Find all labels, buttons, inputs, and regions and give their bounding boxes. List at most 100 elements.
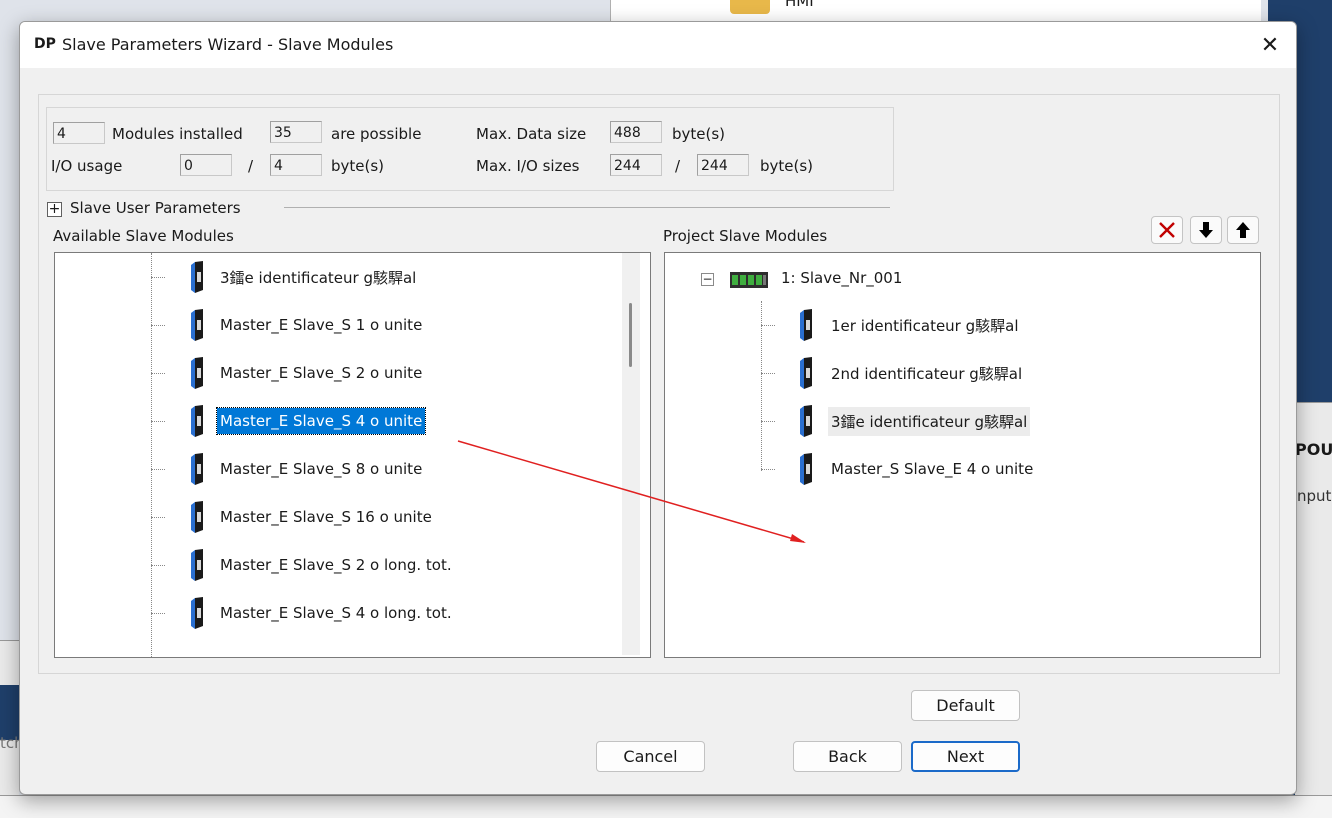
background-bottom-strip <box>0 795 1332 818</box>
back-button[interactable]: Back <box>793 741 902 772</box>
background-tree-label: HMI <box>785 0 814 10</box>
list-item[interactable]: Master_E Slave_S 1 o unite <box>217 308 425 342</box>
close-button[interactable]: ✕ <box>1252 28 1288 62</box>
possible-field: 35 <box>270 121 322 143</box>
module-icon <box>191 501 203 533</box>
modules-installed-field: 4 <box>53 122 105 144</box>
title-bar[interactable]: DP Slave Parameters Wizard - Slave Modul… <box>20 22 1296 68</box>
module-icon <box>191 549 203 581</box>
background-left-dark <box>0 685 19 740</box>
list-item[interactable]: 1er identificateur g駭駻al <box>828 308 1022 342</box>
list-item-label: 1er identificateur g駭駻al <box>831 316 1019 335</box>
list-item-label: Master_E Slave_S 8 o unite <box>220 460 423 478</box>
default-button-label: Default <box>936 696 995 715</box>
default-button[interactable]: Default <box>911 690 1020 721</box>
max-io-separator: / <box>675 157 681 175</box>
collapse-toggle[interactable]: − <box>701 273 714 286</box>
expand-toggle[interactable]: + <box>47 202 62 217</box>
background-window-top <box>610 0 1261 21</box>
background-pou-tab[interactable]: POU <box>1295 440 1332 459</box>
list-item[interactable]: Master_E Slave_S 4 o unite <box>215 404 427 438</box>
cancel-button-label: Cancel <box>623 747 678 766</box>
arrow-down-icon <box>1199 222 1213 238</box>
list-item-label: 3鐳e identificateur g駭駻al <box>828 406 1031 436</box>
next-button[interactable]: Next <box>911 741 1020 772</box>
available-modules-label: Available Slave Modules <box>53 227 234 245</box>
project-root-label[interactable]: 1: Slave_Nr_001 <box>781 269 902 287</box>
tree-connector <box>151 565 165 566</box>
io-usage-label: I/O usage <box>51 157 123 175</box>
list-item[interactable]: Master_E Slave_S 2 o long. tot. <box>217 548 455 582</box>
list-item-label: 3鐳e identificateur g駭駻al <box>220 268 417 287</box>
max-data-size-field: 488 <box>610 121 662 143</box>
max-data-size-label: Max. Data size <box>476 125 587 143</box>
io-usage-field-1: 0 <box>180 154 232 176</box>
list-item-label: 2nd identificateur g駭駻al <box>831 364 1023 383</box>
tree-connector <box>151 469 165 470</box>
module-icon <box>191 597 203 629</box>
scrollbar-thumb[interactable] <box>629 303 632 367</box>
slave-user-parameters-label[interactable]: Slave User Parameters <box>70 199 241 217</box>
project-modules-label: Project Slave Modules <box>663 227 828 245</box>
background-folder-icon <box>730 0 770 14</box>
tree-connector <box>761 421 775 422</box>
module-icon <box>191 261 203 293</box>
list-item[interactable]: Master_E Slave_S 8 o unite <box>217 452 425 486</box>
module-icon <box>800 357 812 389</box>
drag-arrow <box>457 440 806 543</box>
tree-connector <box>151 373 165 374</box>
background-input-text: nput <box>1297 487 1332 505</box>
list-item-label: Master_E Slave_S 16 o unite <box>220 508 432 526</box>
max-io-field-2: 244 <box>697 154 749 176</box>
tree-connector <box>761 325 775 326</box>
list-item[interactable]: 3鐳e identificateur g駭駻al <box>217 260 419 294</box>
module-icon <box>191 453 203 485</box>
module-icon <box>191 309 203 341</box>
delete-x-icon <box>1159 222 1175 238</box>
tree-connector <box>761 373 775 374</box>
module-icon <box>191 357 203 389</box>
max-data-size-unit: byte(s) <box>672 125 726 143</box>
list-item[interactable]: Master_E Slave_S 2 o unite <box>217 356 425 390</box>
arrow-up-icon <box>1236 222 1250 238</box>
delete-module-button[interactable] <box>1151 216 1183 244</box>
list-item-label: Master_E Slave_S 2 o long. tot. <box>220 556 452 574</box>
dp-logo: DP <box>34 36 56 52</box>
module-icon <box>800 405 812 437</box>
io-usage-separator: / <box>248 157 254 175</box>
tree-connector <box>151 277 165 278</box>
module-icon <box>191 405 203 437</box>
move-up-button[interactable] <box>1227 216 1259 244</box>
list-item[interactable]: Master_E Slave_S 4 o long. tot. <box>217 596 455 630</box>
tree-connector <box>151 421 165 422</box>
list-item-label: Master_E Slave_S 4 o long. tot. <box>220 604 452 622</box>
list-item[interactable]: Master_S Slave_E 4 o unite <box>828 452 1036 486</box>
next-button-label: Next <box>946 747 985 766</box>
section-divider <box>284 207 890 208</box>
list-item[interactable]: Master_E Slave_S 16 o unite <box>217 500 435 534</box>
module-icon <box>800 309 812 341</box>
max-io-sizes-label: Max. I/O sizes <box>476 157 580 175</box>
list-item-label: Master_E Slave_S 2 o unite <box>220 364 423 382</box>
tree-connector <box>151 325 165 326</box>
list-item-label: Master_E Slave_S 1 o unite <box>220 316 423 334</box>
list-item-label: Master_S Slave_E 4 o unite <box>831 460 1034 478</box>
cancel-button[interactable]: Cancel <box>596 741 705 772</box>
io-usage-unit: byte(s) <box>331 157 385 175</box>
back-button-label: Back <box>828 747 867 766</box>
possible-label: are possible <box>331 125 422 143</box>
max-io-unit: byte(s) <box>760 157 814 175</box>
slave-parameters-dialog: DP Slave Parameters Wizard - Slave Modul… <box>19 21 1297 795</box>
list-item-label: Master_E Slave_S 4 o unite <box>215 407 427 435</box>
info-panel: 4 Modules installed 35 are possible Max.… <box>46 107 894 191</box>
window-title: Slave Parameters Wizard - Slave Modules <box>62 35 394 54</box>
tree-connector <box>151 253 152 657</box>
list-item[interactable]: 3鐳e identificateur g駭駻al <box>828 404 1031 438</box>
close-icon: ✕ <box>1260 32 1280 58</box>
max-io-field-1: 244 <box>610 154 662 176</box>
module-icon <box>190 641 206 657</box>
move-down-button[interactable] <box>1190 216 1222 244</box>
content-area: 4 Modules installed 35 are possible Max.… <box>38 94 1280 674</box>
modules-installed-label: Modules installed <box>112 125 243 143</box>
list-item[interactable]: 2nd identificateur g駭駻al <box>828 356 1025 390</box>
